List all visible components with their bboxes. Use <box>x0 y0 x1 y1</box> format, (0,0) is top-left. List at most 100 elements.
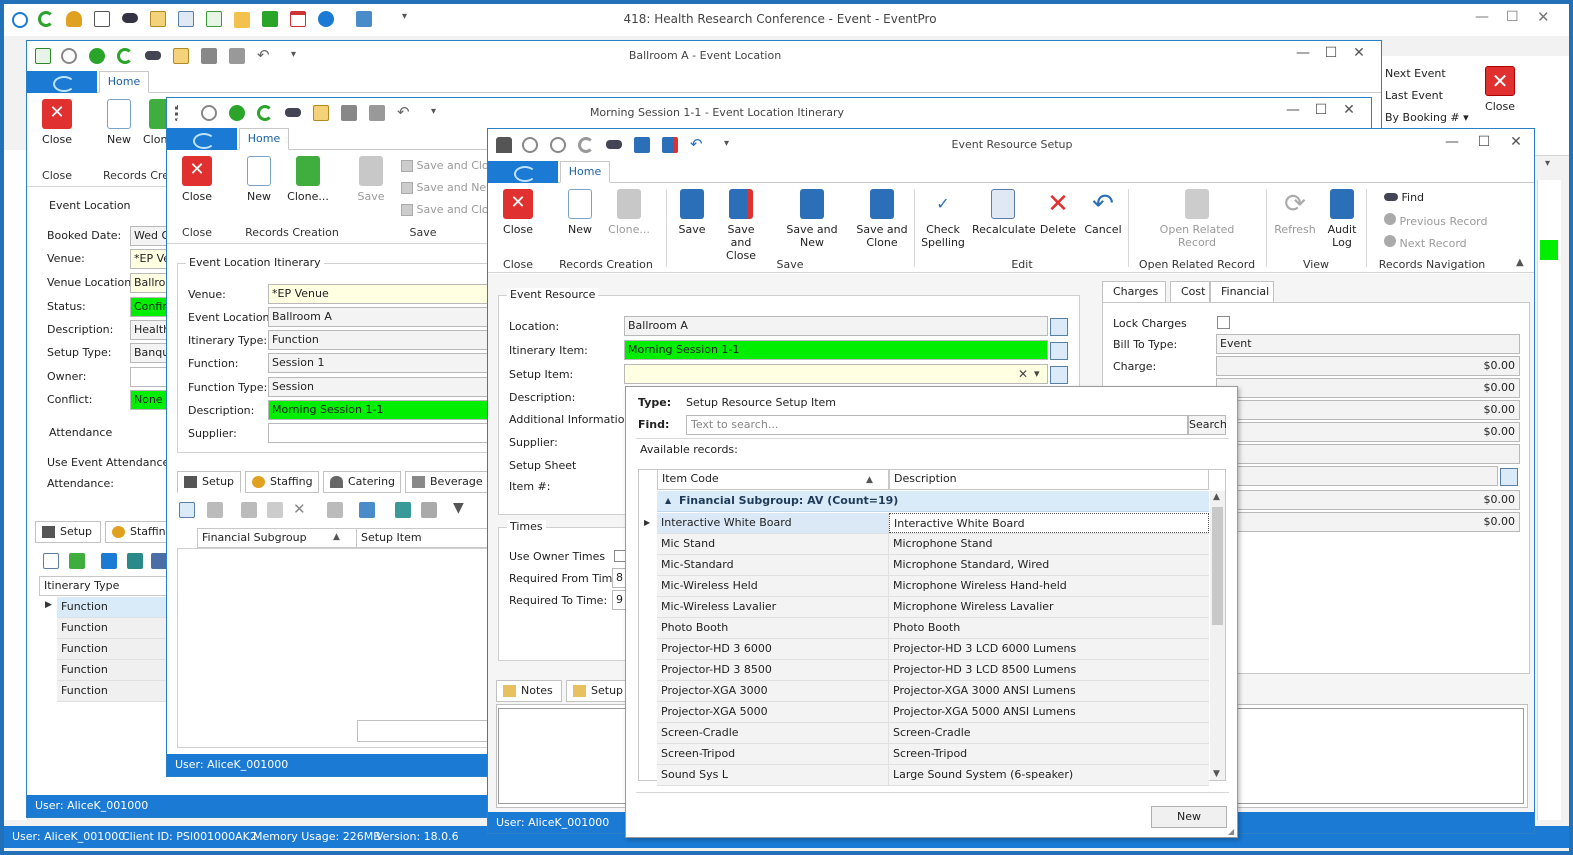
iw-field-function[interactable]: Session 1 <box>268 353 498 373</box>
ribbon-expand-icon[interactable]: ▾ <box>1545 158 1550 169</box>
iw-grid-header-setup-item[interactable]: Setup Item <box>356 528 496 548</box>
bw-field-venue-location[interactable]: Ballroo <box>130 273 170 293</box>
qat-customize-icon[interactable]: ▾ <box>402 11 407 22</box>
rw-audit-log-button[interactable]: Audit Log <box>1324 189 1360 249</box>
bw-tab-staffing[interactable]: Staffing <box>105 521 173 543</box>
next-event-button[interactable]: Next Event <box>1385 67 1446 80</box>
rw-save-close-button[interactable]: Save and Close <box>716 189 766 262</box>
qat-info-icon[interactable] <box>318 11 334 27</box>
iw-tab-setup[interactable]: Setup <box>177 471 241 493</box>
rw-charge-lookup-icon[interactable] <box>1500 468 1518 486</box>
bw-field-conflict[interactable]: None <box>130 390 170 410</box>
dd-table-row[interactable]: Mic-Wireless Held Microphone Wireless Han… <box>657 576 1209 597</box>
bw-field-setup-type[interactable]: Banque <box>130 343 170 363</box>
bw-new-button[interactable]: New <box>99 99 139 146</box>
dd-table-row[interactable]: Mic Stand Microphone Stand <box>657 534 1209 555</box>
dd-scrollbar[interactable]: ▲ ▼ <box>1210 491 1225 780</box>
rw-close-button[interactable]: ✕ Close <box>498 189 538 236</box>
rw-bill-to-field[interactable]: Event <box>1216 334 1520 354</box>
rw-new-button[interactable]: New <box>560 189 600 236</box>
bw-field-status[interactable]: Confirm <box>130 297 170 317</box>
dd-table-row[interactable]: Projector-HD 3 8500 Projector-HD 3 LCD 85… <box>657 660 1209 681</box>
iw-toolbar-grid-icon[interactable] <box>267 502 283 518</box>
qat-user-icon[interactable] <box>66 11 82 27</box>
rw-delete-button[interactable]: ✕ Delete <box>1038 189 1078 236</box>
rw-field-itinerary-item[interactable]: Morning Session 1-1 <box>624 340 1048 360</box>
rw-amount-3[interactable]: $0.00 <box>1216 422 1520 442</box>
qat-checklist-icon[interactable] <box>94 11 110 27</box>
iw-field-itinerary-type[interactable]: Function <box>268 330 498 350</box>
qat-back-icon[interactable] <box>12 12 28 28</box>
dd-table-row[interactable]: Projector-XGA 3000 Projector-XGA 3000 ANS… <box>657 681 1209 702</box>
rw-setup-lookup-icon[interactable] <box>1050 366 1068 384</box>
rw-cancel-button[interactable]: ↶ Cancel <box>1082 189 1124 236</box>
bw-close-button[interactable]: ✕ Close <box>37 99 77 146</box>
dd-table-row[interactable]: Screen-Cradle Screen-Cradle <box>657 723 1209 744</box>
dd-search-input[interactable]: Text to search... <box>686 415 1188 435</box>
rw-open-related-button[interactable]: Open Related Record <box>1152 189 1242 249</box>
iw-toolbar-copy-icon[interactable] <box>207 502 223 518</box>
dd-table-row[interactable]: Projector-HD 3 6000 Projector-HD 3 LCD 60… <box>657 639 1209 660</box>
bw-tab-home[interactable]: Home <box>99 71 149 93</box>
dd-table-row[interactable]: Interactive White Board Interactive White… <box>657 513 1209 534</box>
bw-row-4[interactable]: Function <box>57 681 167 702</box>
iw-toolbar-filter-icon[interactable]: ▼ <box>453 500 464 516</box>
bw-row-0[interactable]: Function <box>57 597 167 618</box>
rw-save-button[interactable]: Save <box>672 189 712 236</box>
iw-save-clone-button[interactable]: Save and Clon <box>401 203 496 216</box>
qat-money-icon[interactable] <box>262 11 278 27</box>
dd-scroll-down-icon[interactable]: ▼ <box>1213 769 1220 779</box>
dd-search-button[interactable]: Search <box>1188 415 1227 435</box>
qat-share-icon[interactable] <box>356 11 372 27</box>
bw-tab-setup[interactable]: Setup <box>35 521 101 543</box>
dd-group-collapse-icon[interactable]: ▲ <box>665 491 671 511</box>
main-close-button[interactable]: ✕ Close <box>1478 66 1522 113</box>
qat-folder-icon[interactable] <box>234 12 250 28</box>
iw-field-description[interactable]: Morning Session 1-1 <box>268 400 498 420</box>
dd-header-description[interactable]: Description <box>889 470 1209 490</box>
iw-close-icon[interactable]: ✕ <box>1337 102 1361 118</box>
qat-binoculars-icon[interactable] <box>122 13 138 23</box>
rw-amount-5[interactable]: $0.00 <box>1216 512 1520 532</box>
rw-lock-charges-checkbox[interactable] <box>1217 316 1230 329</box>
rw-tab-home[interactable]: Home <box>560 161 610 183</box>
iw-app-button[interactable] <box>167 128 237 150</box>
rw-setup-dropdown-icon[interactable]: ▾ <box>1034 367 1040 380</box>
iw-toolbar-new-icon[interactable] <box>179 502 195 518</box>
dd-table-row[interactable]: Mic-Wireless Lavalier Microphone Wireless… <box>657 597 1209 618</box>
iw-toolbar-print-icon[interactable] <box>327 502 343 518</box>
rw-setup-clear-icon[interactable]: ✕ <box>1018 367 1028 381</box>
qat-clipboard-icon[interactable] <box>150 11 166 27</box>
iw-minimize-icon[interactable]: — <box>1281 102 1305 118</box>
qat-refresh-icon[interactable] <box>38 11 54 27</box>
rw-amount-4[interactable]: $0.00 <box>1216 490 1520 510</box>
qat-calendar-icon[interactable] <box>290 11 306 27</box>
dd-resize-grip-icon[interactable]: ◢ <box>1228 827 1234 836</box>
bw-minimize-icon[interactable]: — <box>1291 45 1315 61</box>
rw-refresh-button[interactable]: ⟳ Refresh <box>1272 189 1318 236</box>
rw-next-record-button[interactable]: Next Record <box>1384 235 1467 250</box>
iw-new-button[interactable]: New <box>239 156 279 203</box>
iw-field-function-type[interactable]: Session <box>268 377 498 397</box>
bw-toolbar-new-icon[interactable] <box>43 553 59 569</box>
bw-row-3[interactable]: Function <box>57 660 167 681</box>
bw-toolbar-db-icon[interactable] <box>151 553 167 569</box>
iw-close-button[interactable]: ✕ Close <box>177 156 217 203</box>
iw-save-button[interactable]: Save <box>351 156 391 203</box>
bw-field-owner[interactable] <box>130 367 170 387</box>
last-event-button[interactable]: Last Event <box>1385 89 1443 102</box>
dd-scroll-thumb[interactable] <box>1212 507 1223 625</box>
rw-field-location[interactable]: Ballroom A <box>624 316 1048 336</box>
bw-toolbar-plus-icon[interactable] <box>101 553 117 569</box>
rw-app-button[interactable] <box>488 161 558 183</box>
iw-tab-beverage[interactable]: Beverage <box>405 471 491 493</box>
bw-maximize-icon[interactable]: ☐ <box>1319 45 1343 61</box>
rw-amount-0[interactable]: $0.00 <box>1216 356 1520 376</box>
rw-itinerary-lookup-icon[interactable] <box>1050 342 1068 360</box>
dd-header-item-code[interactable]: Item Code <box>657 470 889 490</box>
rw-collapse-ribbon-icon[interactable]: ▲ <box>1516 257 1524 268</box>
rw-save-new-button[interactable]: Save and New <box>774 189 850 249</box>
iw-field-venue[interactable]: *EP Venue <box>268 284 498 304</box>
bw-close-icon[interactable]: ✕ <box>1347 45 1371 61</box>
bw-row-1[interactable]: Function <box>57 618 167 639</box>
